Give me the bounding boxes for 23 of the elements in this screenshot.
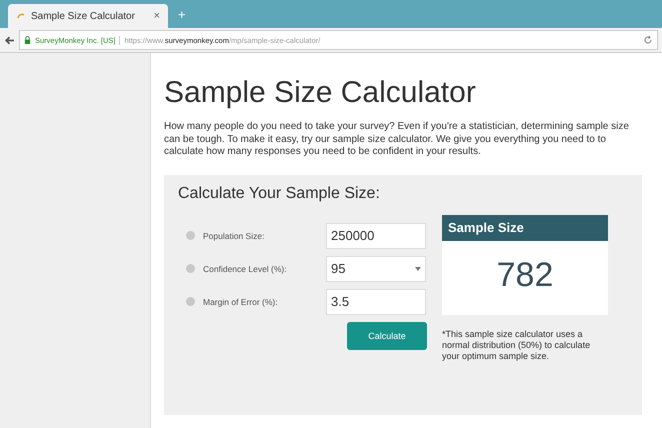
note-text: *This sample size calculator uses a normal distribution (50%) to calculate your optimum sample size. [442,328,592,362]
close-tab-button[interactable]: × [154,10,160,22]
circle-icon [186,231,195,240]
field-label: Confidence Level (%): [203,264,288,274]
select-field[interactable]: 95 [326,256,426,282]
field-label: Population Size: [203,230,266,240]
calculate-button[interactable]: Calculate [347,322,427,350]
intro-paragraph: How many people do you need to take your survey? Even if you're a statistician, determining sample size can be tough. To make it easy, try our sample size calculator. We give you everything you need to to calculate how many responses you need to be confident in your results. [164,121,630,158]
calculator-heading: Calculate Your Sample Size: [178,184,381,202]
lock-icon [24,36,31,44]
page-title: Sample Size Calculator [164,75,477,111]
result-title: Sample Size [442,214,608,240]
circle-icon [186,264,195,273]
input-field[interactable]: 3.5 [326,288,426,314]
circle-icon [186,297,195,306]
result-value: 782 [496,254,554,296]
browser-tab[interactable]: Sample Size Calculator × [8,4,168,28]
caret-icon [415,266,421,270]
back-arrow-icon[interactable] [4,34,15,46]
spinner-icon [16,11,26,21]
field-label: Margin of Error (%): [203,296,279,306]
reload-icon[interactable] [643,35,653,45]
input-field[interactable]: 250000 [326,222,426,248]
